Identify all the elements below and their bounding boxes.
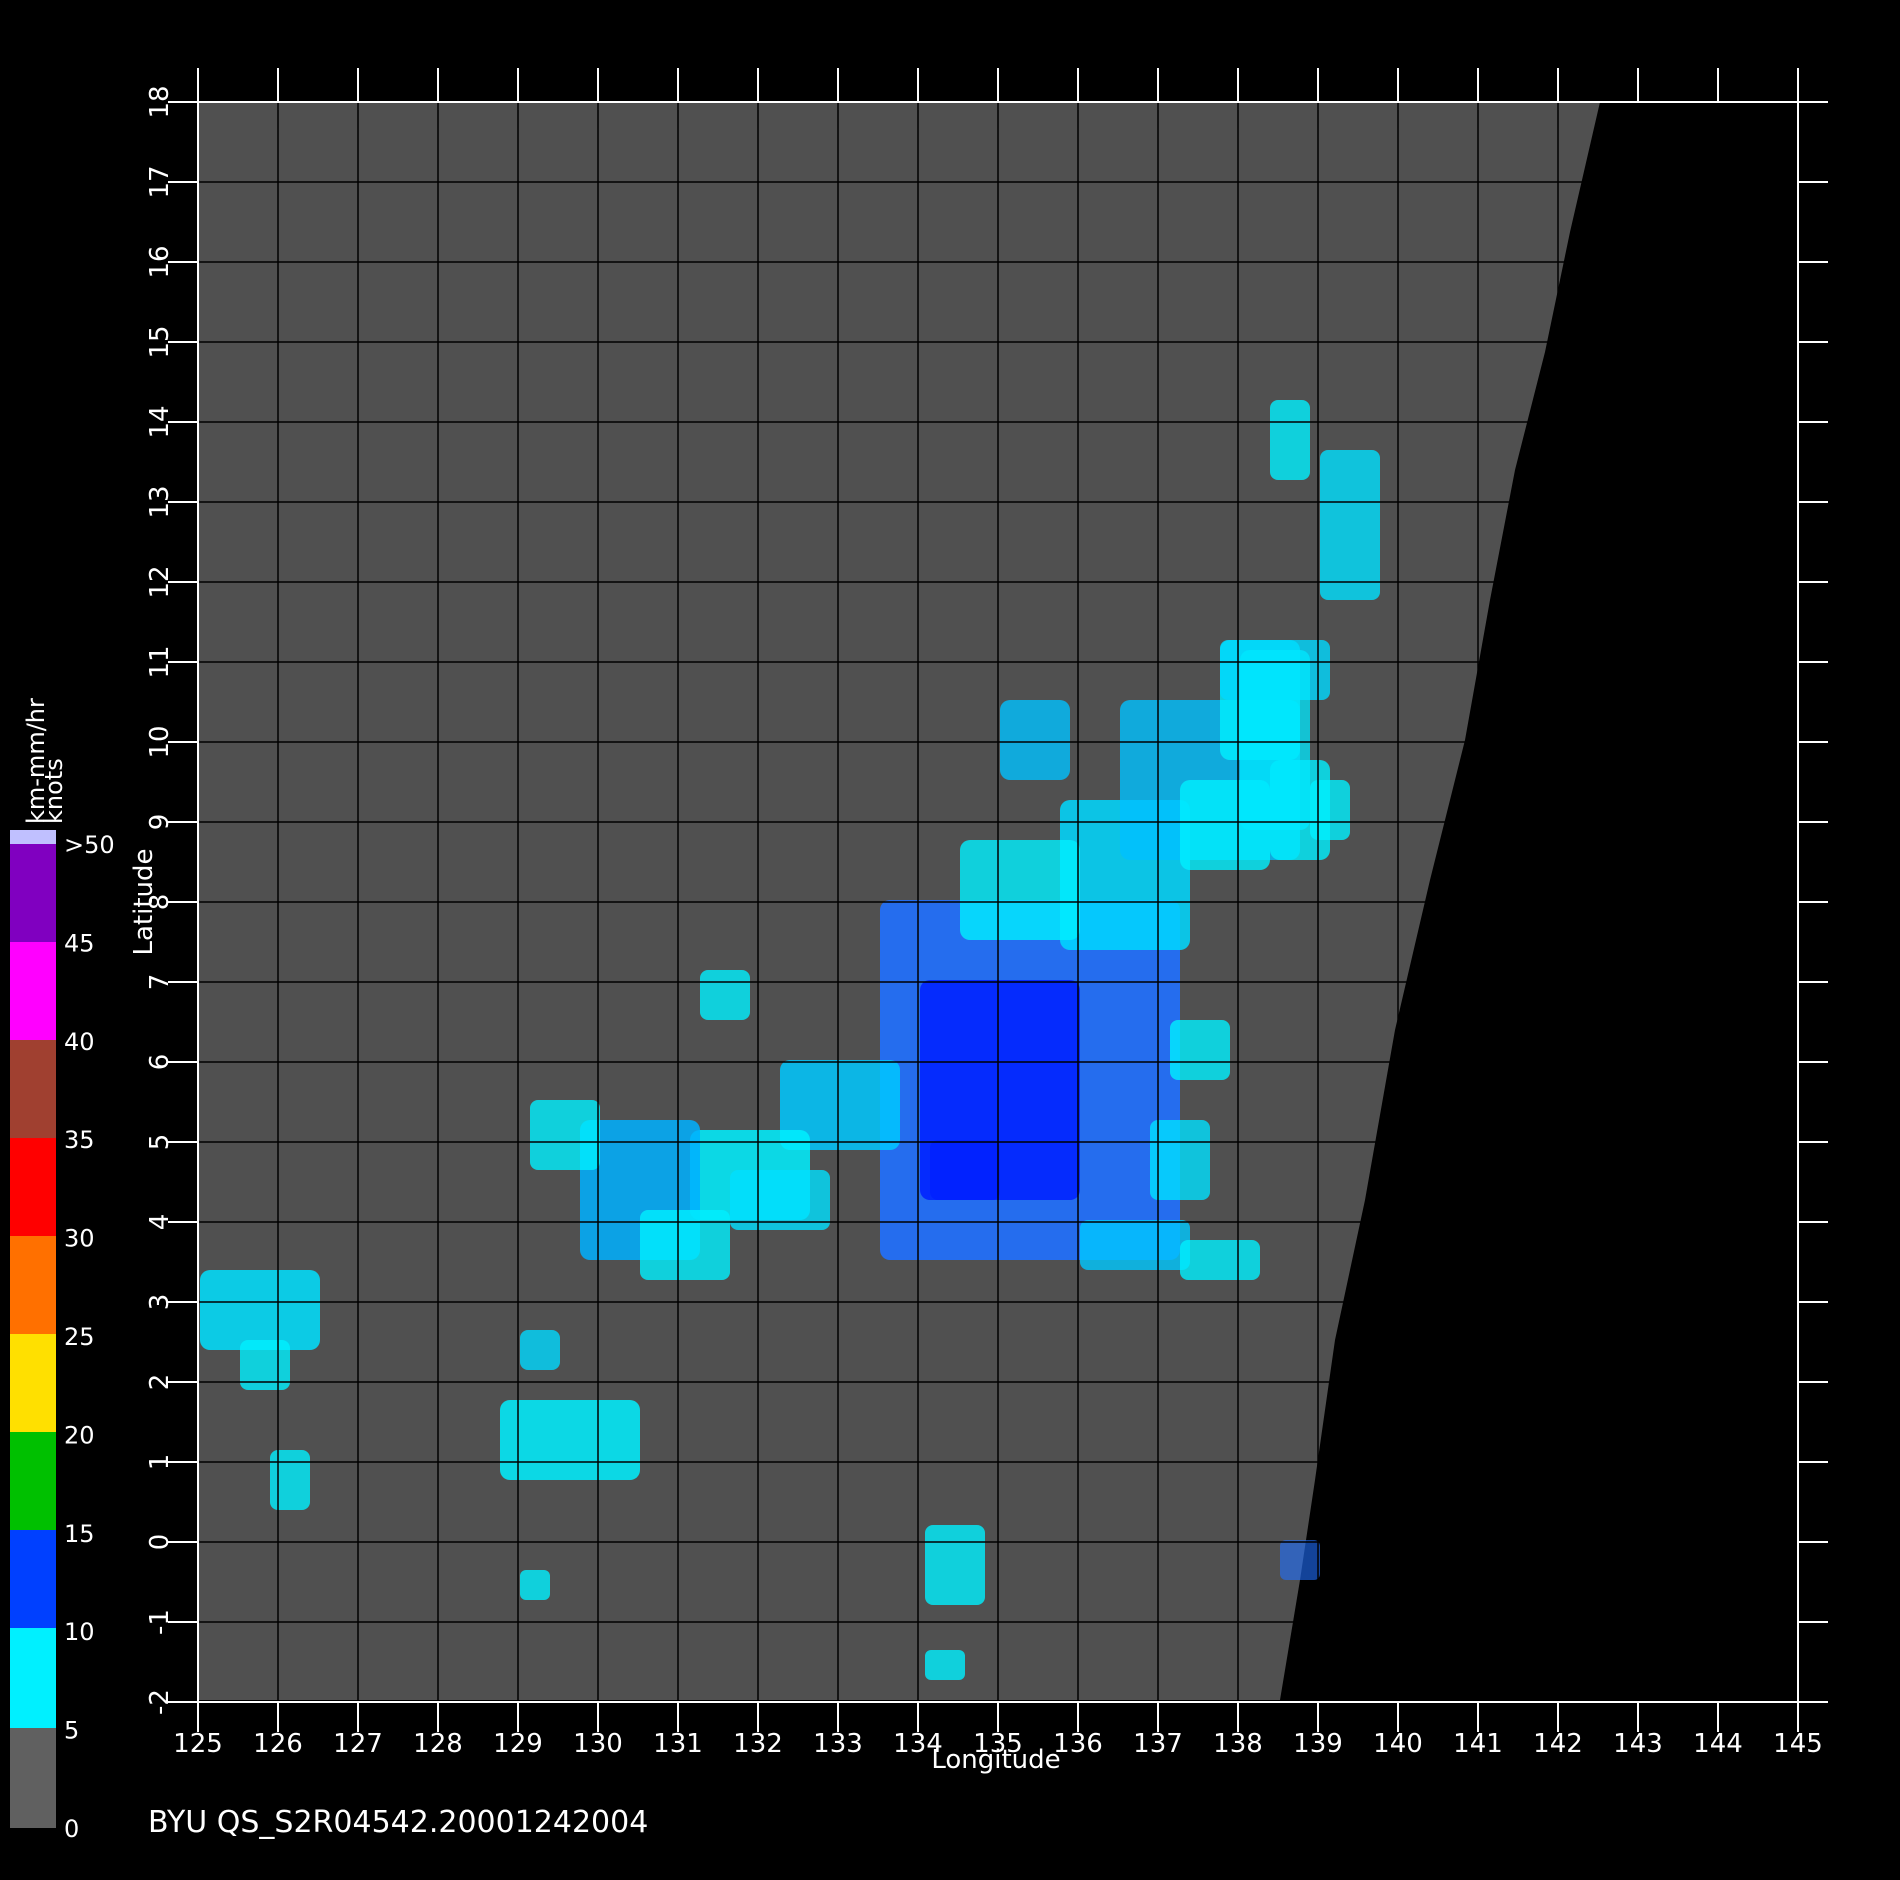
x-tick-label: 132 xyxy=(733,1729,783,1759)
rain-cell xyxy=(925,1525,985,1605)
x-tick-label: 129 xyxy=(493,1729,543,1759)
rain-cell xyxy=(520,1330,560,1370)
wind-rain-plot: 125 126 127 128 129 130 131 132 133 134 135 136 137 1… xyxy=(0,0,1900,1880)
y-axis-label: Latitude xyxy=(129,848,159,955)
rain-cell xyxy=(930,1140,1000,1200)
rain-cell xyxy=(1170,1020,1230,1080)
rain-cell xyxy=(700,970,750,1020)
y-tick-label: -2 xyxy=(145,1689,175,1715)
grid-lines xyxy=(197,101,1799,1703)
colorbar-gray xyxy=(10,1728,56,1828)
x-tick-label: 138 xyxy=(1213,1729,1263,1759)
rain-cell xyxy=(500,1400,640,1480)
colorbar-red xyxy=(10,1138,56,1236)
y-tick-label: 9 xyxy=(145,814,175,831)
colorbar-cyan xyxy=(10,1628,56,1728)
y-tick-label: 7 xyxy=(145,974,175,991)
colorbar-green xyxy=(10,1432,56,1530)
colorbar-brown xyxy=(10,1040,56,1138)
colorbar-label: 15 xyxy=(64,1520,95,1548)
x-tick-label: 126 xyxy=(253,1729,303,1759)
y-tick-label: 2 xyxy=(145,1374,175,1391)
colorbar-label: 45 xyxy=(64,929,95,957)
rain-cell xyxy=(200,1270,320,1350)
rain-cell xyxy=(1000,700,1070,780)
colorbar-label: >50 xyxy=(64,831,115,859)
x-tick-label: 140 xyxy=(1373,1729,1423,1759)
y-tick-label: 18 xyxy=(145,85,175,118)
y-tick-label: 16 xyxy=(145,245,175,278)
y-tick-label: 17 xyxy=(145,165,175,198)
rain-cell xyxy=(960,840,1080,940)
rain-cell xyxy=(730,1170,830,1230)
rain-cell xyxy=(270,1450,310,1510)
y-tick-label: 6 xyxy=(145,1054,175,1071)
rain-cell xyxy=(925,1650,965,1680)
rain-cell xyxy=(1080,1220,1190,1270)
colorbar-label: 25 xyxy=(64,1323,95,1351)
rain-cell xyxy=(1180,1240,1260,1280)
y-tick-label: 3 xyxy=(145,1294,175,1311)
rain-cell xyxy=(1280,1540,1320,1580)
y-tick-label: 12 xyxy=(145,565,175,598)
rain-cell xyxy=(1150,1120,1210,1200)
x-tick-label: 143 xyxy=(1613,1729,1663,1759)
colorbar-cap xyxy=(10,830,56,844)
rain-cell xyxy=(1320,450,1380,600)
x-tick-label: 142 xyxy=(1533,1729,1583,1759)
y-tick-label: 5 xyxy=(145,1134,175,1151)
x-tick-label: 139 xyxy=(1293,1729,1343,1759)
x-tick-label: 141 xyxy=(1453,1729,1503,1759)
x-tick-label: 130 xyxy=(573,1729,623,1759)
footer-label: BYU QS_S2R04542.20001242004 xyxy=(148,1805,648,1840)
rain-cell xyxy=(1270,400,1310,480)
x-tick-label: 133 xyxy=(813,1729,863,1759)
rain-cell xyxy=(1310,780,1350,840)
y-tick-label: 1 xyxy=(145,1454,175,1471)
y-tick-label: 4 xyxy=(145,1214,175,1231)
x-tick-label: 137 xyxy=(1133,1729,1183,1759)
colorbar-label: 10 xyxy=(64,1618,95,1646)
x-tick-label: 131 xyxy=(653,1729,703,1759)
y-tick-label: 0 xyxy=(145,1534,175,1551)
colorbar-blue xyxy=(10,1530,56,1628)
x-tick-label: 145 xyxy=(1773,1729,1823,1759)
y-tick-label: 10 xyxy=(145,725,175,758)
y-tick-label: -1 xyxy=(145,1609,175,1635)
x-tick-label: 127 xyxy=(333,1729,383,1759)
colorbar-label: 5 xyxy=(64,1717,79,1745)
x-tick-label: 125 xyxy=(173,1729,223,1759)
x-axis-label: Longitude xyxy=(931,1745,1060,1775)
x-tick-label: 144 xyxy=(1693,1729,1743,1759)
colorbar-purple xyxy=(10,844,56,942)
rain-cell xyxy=(640,1210,730,1280)
colorbar-label: 0 xyxy=(64,1815,79,1843)
colorbar-label: 20 xyxy=(64,1421,95,1449)
colorbar-yellow xyxy=(10,1334,56,1432)
x-tick-label: 128 xyxy=(413,1729,463,1759)
y-tick-label: 13 xyxy=(145,485,175,518)
colorbar-orange xyxy=(10,1236,56,1334)
colorbar-label: 40 xyxy=(64,1028,95,1056)
rain-cell xyxy=(520,1570,550,1600)
y-tick-label: 15 xyxy=(145,325,175,358)
rain-cell xyxy=(1240,650,1310,830)
y-tick-label: 11 xyxy=(145,645,175,678)
colorbar-label: 30 xyxy=(64,1225,95,1253)
colorbar-unit-2: knots xyxy=(40,758,68,824)
colorbar-magenta xyxy=(10,942,56,1040)
colorbar-label: 35 xyxy=(64,1126,95,1154)
rain-cell xyxy=(530,1100,600,1170)
y-tick-label: 14 xyxy=(145,405,175,438)
